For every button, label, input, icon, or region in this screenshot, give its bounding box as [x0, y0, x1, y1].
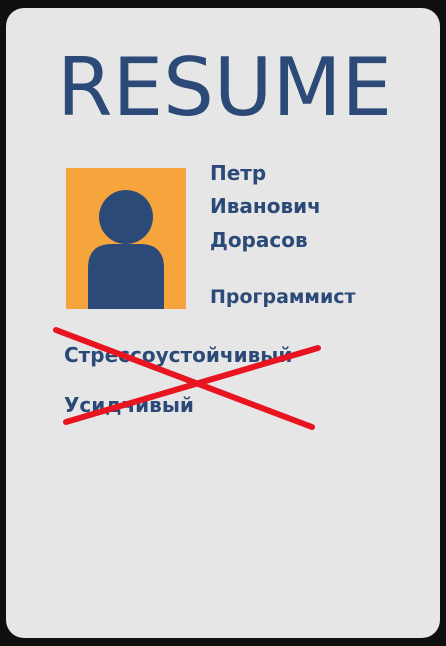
- quality-stress-resistant: Стрессоустойчивый: [64, 343, 293, 367]
- first-name: Петр: [210, 161, 267, 185]
- patronymic: Иванович: [210, 194, 321, 218]
- profile-photo: [66, 168, 186, 309]
- resume-title: RESUME: [57, 41, 393, 134]
- resume-card: RESUME Петр Иванович Дорасов Программист…: [6, 8, 440, 638]
- person-silhouette-icon: [88, 190, 164, 309]
- last-name: Дорасов: [210, 228, 308, 252]
- profession: Программист: [210, 286, 356, 308]
- quality-diligent: Усидчивый: [64, 393, 194, 417]
